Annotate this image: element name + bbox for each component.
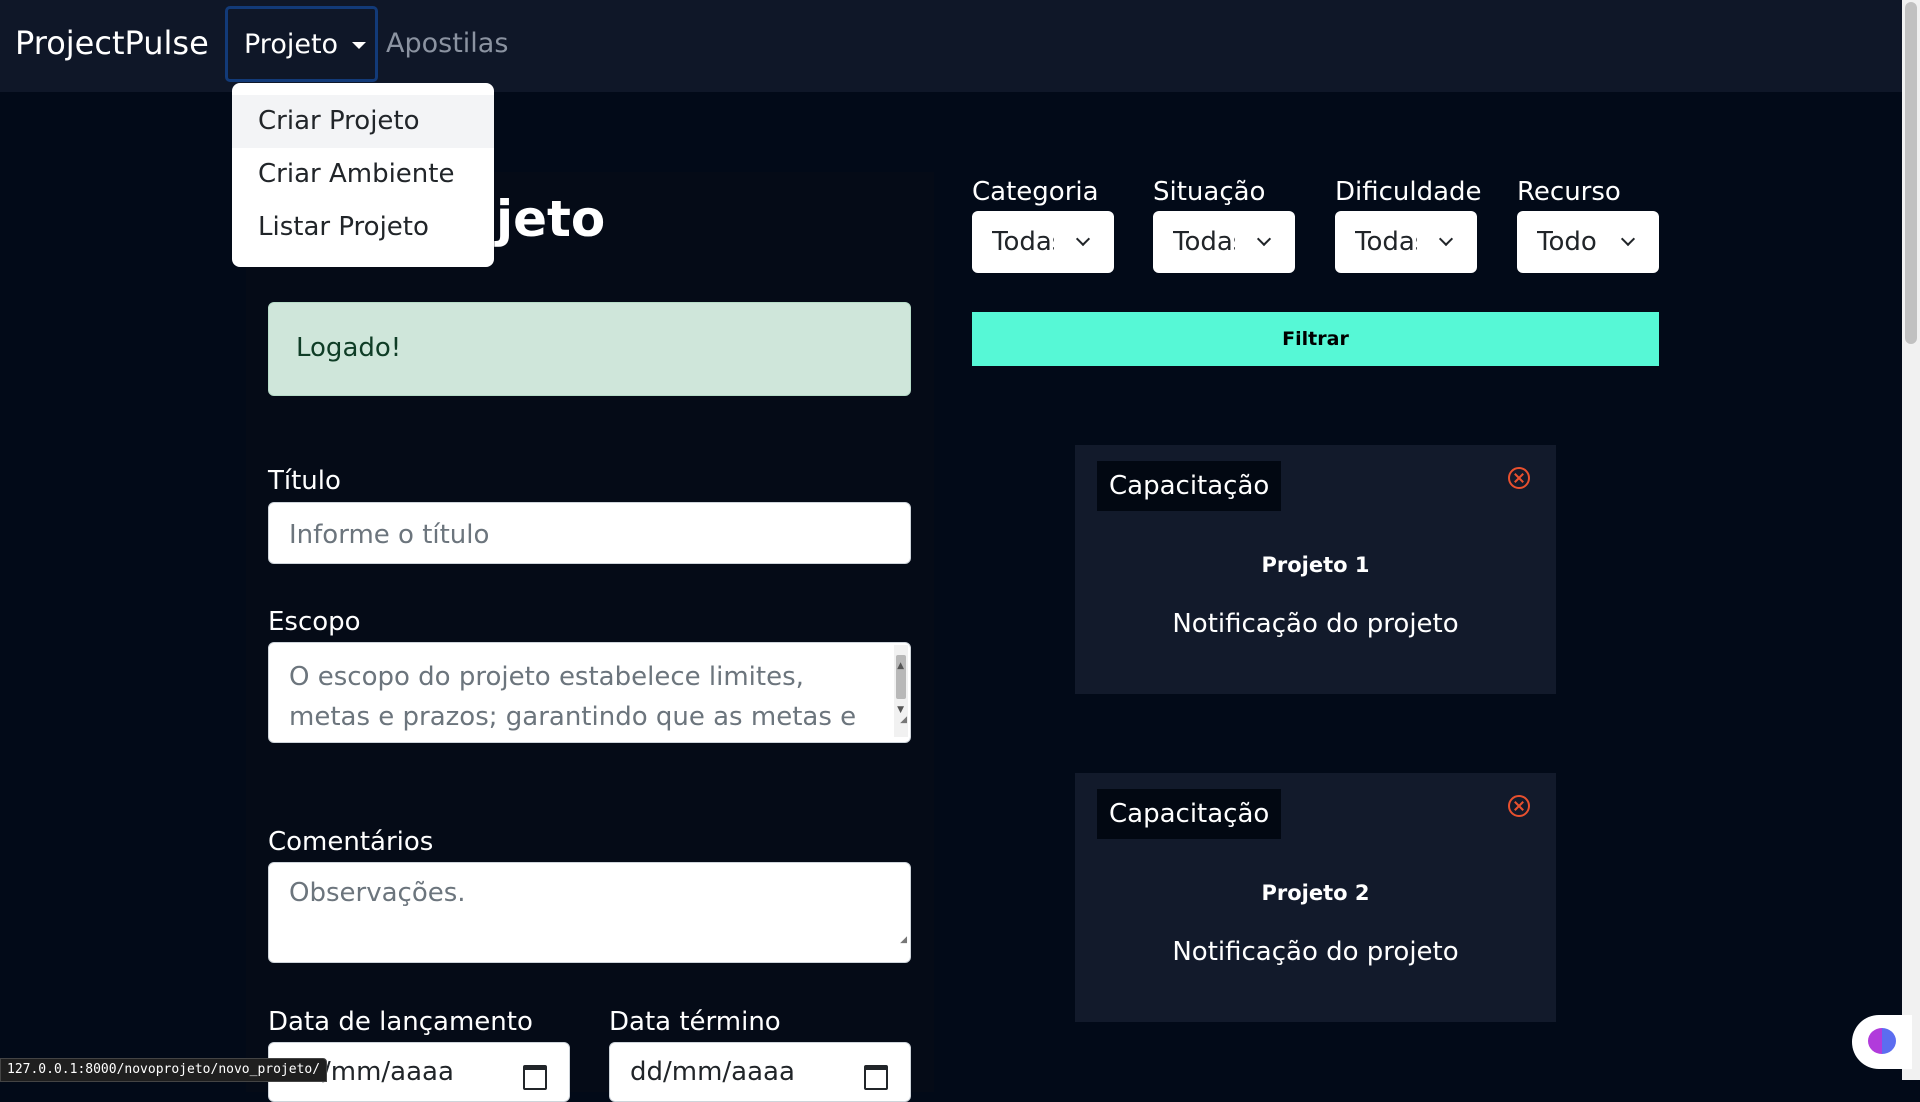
- data-termino-label: Data término: [609, 1007, 781, 1037]
- situacao-select[interactable]: Todas: [1153, 211, 1295, 273]
- close-circle-icon[interactable]: [1508, 795, 1530, 817]
- close-circle-icon[interactable]: [1508, 467, 1530, 489]
- projeto-dropdown-menu: Criar Projeto Criar Ambiente Listar Proj…: [232, 83, 494, 267]
- menu-item-criar-projeto[interactable]: Criar Projeto: [232, 95, 494, 148]
- titulo-label: Título: [268, 466, 341, 496]
- success-alert: Logado!: [268, 302, 911, 396]
- filtrar-button[interactable]: Filtrar: [972, 312, 1659, 366]
- data-lancamento-label: Data de lançamento: [268, 1007, 533, 1037]
- brain-icon: [1868, 1028, 1896, 1054]
- chevron-down-icon: [1438, 231, 1454, 247]
- scroll-up-arrow-icon[interactable]: ▲: [897, 646, 904, 686]
- category-badge: Capacitação: [1097, 789, 1282, 839]
- data-termino-input[interactable]: dd/mm/aaaa: [609, 1042, 911, 1102]
- situacao-value: Todas: [1173, 227, 1235, 257]
- chevron-down-icon: [1256, 231, 1272, 247]
- caret-down-icon: [352, 41, 367, 49]
- calendar-icon[interactable]: [523, 1065, 547, 1090]
- categoria-label: Categoria: [972, 177, 1099, 207]
- escopo-label: Escopo: [268, 607, 361, 637]
- navbar: ProjectPulse Projeto Apostilas: [0, 0, 1902, 92]
- card-title: Projeto 1: [1261, 553, 1370, 577]
- card-notification: Notificação do projeto: [1172, 609, 1459, 639]
- escopo-textarea[interactable]: O escopo do projeto estabelece limites, …: [268, 642, 911, 743]
- category-badge: Capacitação: [1097, 461, 1282, 511]
- assistant-widget[interactable]: [1852, 1015, 1912, 1069]
- comentarios-placeholder: Observações.: [289, 878, 466, 908]
- menu-item-criar-ambiente[interactable]: Criar Ambiente: [232, 148, 494, 201]
- chevron-down-icon: [1075, 231, 1091, 247]
- escopo-text: O escopo do projeto estabelece limites, …: [289, 662, 857, 732]
- dificuldade-value: Todas: [1355, 227, 1417, 257]
- brand-logo[interactable]: ProjectPulse: [15, 24, 209, 62]
- dificuldade-label: Dificuldade: [1335, 177, 1482, 207]
- menu-item-listar-projeto[interactable]: Listar Projeto: [232, 201, 494, 254]
- recurso-select[interactable]: Todo: [1517, 211, 1659, 273]
- nav-projeto-dropdown-toggle[interactable]: Projeto: [225, 6, 378, 82]
- titulo-input[interactable]: Informe o título: [268, 502, 911, 564]
- card-notification: Notificação do projeto: [1172, 937, 1459, 967]
- page-scroll-thumb[interactable]: [1905, 2, 1917, 344]
- card-title: Projeto 2: [1261, 881, 1370, 905]
- resize-handle-icon[interactable]: ◢: [900, 920, 907, 960]
- status-bar-url: 127.0.0.1:8000/novoprojeto/novo_projeto/: [0, 1058, 328, 1082]
- page-scrollbar[interactable]: [1902, 0, 1920, 1080]
- recurso-label: Recurso: [1517, 177, 1621, 207]
- nav-apostilas-link[interactable]: Apostilas: [386, 28, 508, 59]
- calendar-icon[interactable]: [864, 1065, 888, 1090]
- comentarios-label: Comentários: [268, 827, 434, 857]
- nav-projeto-label: Projeto: [244, 28, 339, 60]
- chevron-down-icon: [1620, 231, 1636, 247]
- resize-handle-icon[interactable]: ◢: [900, 700, 907, 740]
- recurso-value: Todo: [1537, 227, 1597, 257]
- data-termino-placeholder: dd/mm/aaaa: [630, 1057, 795, 1087]
- categoria-value: Todas: [992, 227, 1054, 257]
- project-card: Capacitação Projeto 2 Notificação do pro…: [1075, 773, 1556, 1022]
- project-card: Capacitação Projeto 1 Notificação do pro…: [1075, 445, 1556, 694]
- comentarios-textarea[interactable]: Observações. ◢: [268, 862, 911, 963]
- categoria-select[interactable]: Todas: [972, 211, 1114, 273]
- dificuldade-select[interactable]: Todas: [1335, 211, 1477, 273]
- situacao-label: Situação: [1153, 177, 1266, 207]
